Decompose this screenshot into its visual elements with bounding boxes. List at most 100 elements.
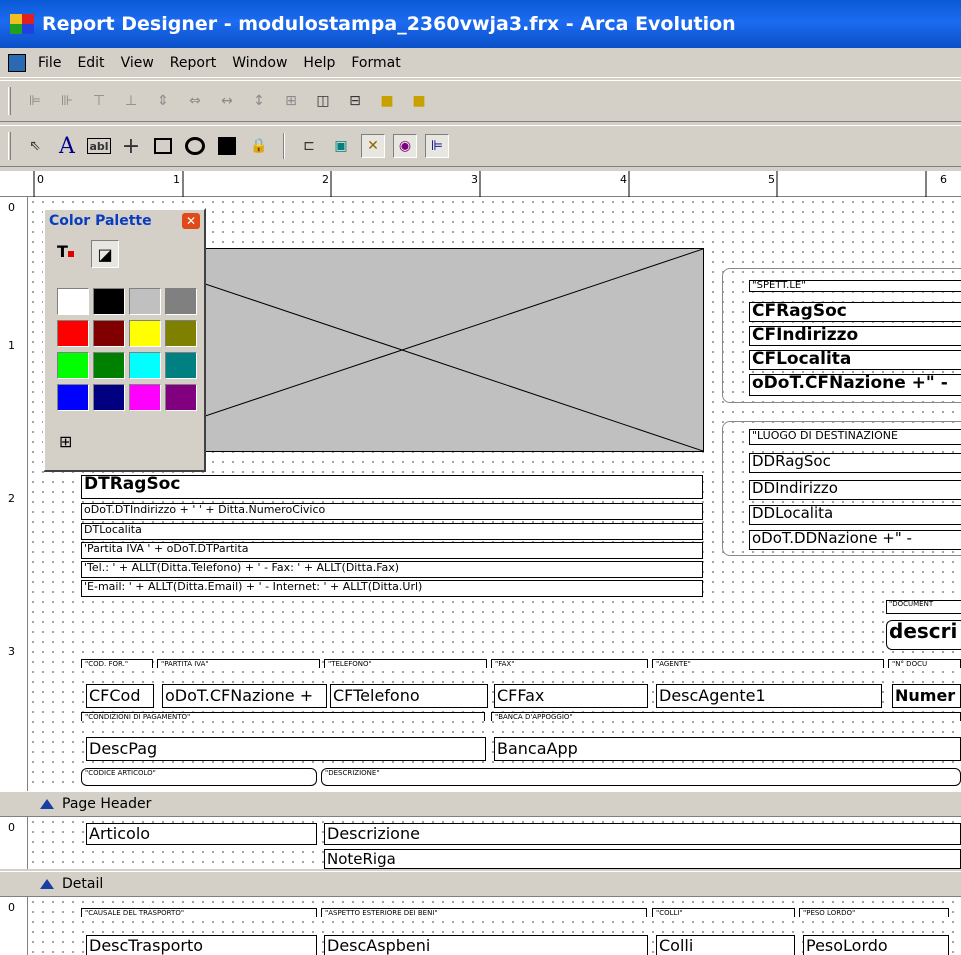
palette-titlebar[interactable]: Color Palette ✕ [45,210,204,232]
menu-report[interactable]: Report [170,55,216,71]
tools-icon[interactable]: ✕ [361,134,385,158]
cap-telefono[interactable]: "TELEFONO" [324,659,487,668]
color-swatch[interactable] [93,384,125,411]
spett-label[interactable]: "SPETT.LE" [749,280,961,292]
align-right-icon[interactable]: ⊪ [55,89,79,113]
menu-view[interactable]: View [121,55,154,71]
collapse-triangle-icon[interactable] [40,799,54,809]
dtlocalita-field[interactable]: DTLocalita [81,523,703,540]
menu-window[interactable]: Window [232,55,287,71]
color-swatch[interactable] [165,352,197,379]
color-palette-window[interactable]: Color Palette ✕ T ◪ ⊞ [43,208,206,472]
cap-aspetto-beni[interactable]: "ASPETTO ESTERIORE DEI BENI" [321,908,647,917]
lock-icon[interactable]: 🔒 [247,134,271,158]
cap-fax[interactable]: "FAX" [491,659,648,668]
numero-doc-field[interactable]: Numer [892,684,961,708]
cap-colli[interactable]: "COLLI" [652,908,795,917]
color-swatch[interactable] [129,288,161,315]
cap-causale-trasporto[interactable]: "CAUSALE DEL TRASPORTO" [81,908,317,917]
menu-file[interactable]: File [38,55,61,71]
page-header-band[interactable]: Page Header [0,791,961,817]
picture-icon[interactable] [215,134,239,158]
luogo-label[interactable]: "LUOGO DI DESTINAZIONE [749,429,961,445]
cap-partita-iva[interactable]: "PARTITA IVA" [157,659,320,668]
same-width-icon[interactable]: ↔ [215,89,239,113]
cfnazione-row-field[interactable]: oDoT.CFNazione + [162,684,327,708]
bancaapp-field[interactable]: BancaApp [494,737,961,761]
articolo-field[interactable]: Articolo [86,823,317,845]
field-icon[interactable]: abl [87,138,111,154]
cap-agente[interactable]: "AGENTE" [652,659,884,668]
ddindirizzo-field[interactable]: DDIndirizzo [749,480,961,500]
descrizione-doc-field[interactable]: descri [886,620,961,650]
menu-edit[interactable]: Edit [77,55,104,71]
dtindirizzo-field[interactable]: oDoT.DTIndirizzo + ' ' + Ditta.NumeroCiv… [81,503,703,520]
color-swatch[interactable] [93,288,125,315]
color-swatch[interactable] [165,384,197,411]
color-swatch[interactable] [165,320,197,347]
line-icon[interactable]: + [119,134,143,159]
toolbar-grip[interactable] [8,132,11,160]
telefono-fax-field[interactable]: 'Tel.: ' + ALLT(Ditta.Telefono) + ' - Fa… [81,561,703,578]
noteriga-field[interactable]: NoteRiga [324,849,961,869]
menu-format[interactable]: Format [351,55,400,71]
align-vcenter-icon[interactable]: ⇕ [151,89,175,113]
align-left-icon[interactable]: ⊫ [23,89,47,113]
align-hcenter-icon[interactable]: ⇔ [183,89,207,113]
descrizione-field[interactable]: Descrizione [324,823,961,845]
same-size-icon[interactable]: ⊞ [279,89,303,113]
center-horizontal-icon[interactable]: ◫ [311,89,335,113]
color-swatch[interactable] [57,384,89,411]
rounded-rectangle-icon[interactable] [183,134,207,158]
bring-front-icon[interactable]: ■ [375,89,399,113]
cflocalita-field[interactable]: CFLocalita [749,350,961,370]
cftelefono-field[interactable]: CFTelefono [330,684,488,708]
menu-help[interactable]: Help [303,55,335,71]
layout-tb-icon[interactable]: ▣ [329,134,353,158]
descagente-field[interactable]: DescAgente1 [656,684,882,708]
email-field[interactable]: 'E-mail: ' + ALLT(Ditta.Email) + ' - Int… [81,580,703,597]
ddnazione-field[interactable]: oDoT.DDNazione +" - [749,530,961,550]
piva-field[interactable]: 'Partita IVA ' + oDoT.DTPartita [81,542,703,559]
color-swatch[interactable] [57,288,89,315]
data-env-icon[interactable]: ⊏ [297,134,321,158]
same-height-icon[interactable]: ↕ [247,89,271,113]
color-swatch[interactable] [129,384,161,411]
color-swatch[interactable] [129,352,161,379]
cfragsoc-field[interactable]: CFRagSoc [749,302,961,322]
colli-field[interactable]: Colli [656,935,795,955]
custom-color-icon[interactable]: ⊞ [59,432,72,451]
send-back-icon[interactable]: ■ [407,89,431,113]
cap-banca-appoggio[interactable]: "BANCA D'APPOGGIO" [491,712,961,721]
center-vertical-icon[interactable]: ⊟ [343,89,367,113]
cap-peso-lordo[interactable]: "PESO LORDO" [799,908,949,917]
cffax-field[interactable]: CFFax [494,684,648,708]
cap-cod-for[interactable]: "COD. FOR." [81,659,153,668]
ddlocalita-field[interactable]: DDLocalita [749,505,961,525]
foreground-color-icon[interactable]: T [57,242,81,266]
detail-band[interactable]: Detail [0,871,961,897]
layout-toolbar-icon[interactable]: ⊫ [425,134,449,158]
documento-label[interactable]: "DOCUMENT [886,600,961,614]
cfindirizzo-field[interactable]: CFIndirizzo [749,326,961,346]
cap-descrizione[interactable]: "DESCRIZIONE" [321,768,961,786]
rectangle-icon[interactable] [151,134,175,158]
collapse-triangle-icon[interactable] [40,879,54,889]
cap-numero-doc[interactable]: "N° DOCU [888,659,961,668]
dtragsoc-field[interactable]: DTRagSoc [81,475,703,499]
color-swatch[interactable] [57,320,89,347]
cfnazione-field[interactable]: oDoT.CFNazione +" - [749,374,961,396]
toolbar-grip[interactable] [8,87,11,115]
cap-codice-articolo[interactable]: "CODICE ARTICOLO" [81,768,317,786]
color-swatch[interactable] [129,320,161,347]
color-swatch[interactable] [57,352,89,379]
close-icon[interactable]: ✕ [182,213,200,229]
pesolordo-field[interactable]: PesoLordo [803,935,949,955]
label-icon[interactable]: A [55,134,79,159]
doc-icon[interactable] [8,53,26,72]
color-swatch[interactable] [165,288,197,315]
align-top-icon[interactable]: ⊤ [87,89,111,113]
ddragsoc-field[interactable]: DDRagSoc [749,453,961,473]
cfcod-field[interactable]: CFCod [86,684,154,708]
desctrasporto-field[interactable]: DescTrasporto [86,935,317,955]
